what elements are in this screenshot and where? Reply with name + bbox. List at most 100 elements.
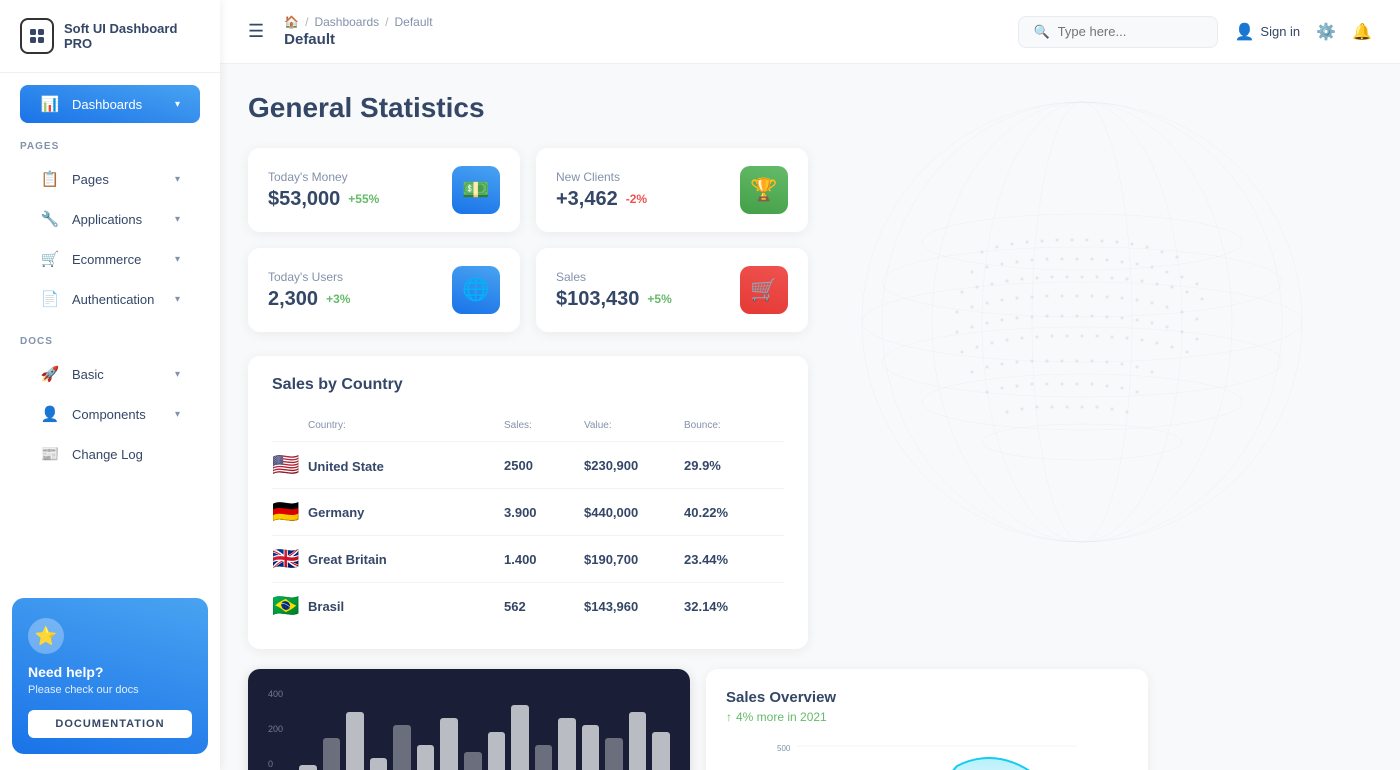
bar-12 <box>582 725 600 770</box>
country-name-de: Germany <box>308 505 504 520</box>
sales-country-title: Sales by Country <box>272 376 784 394</box>
search-icon: 🔍 <box>1033 24 1049 40</box>
settings-button[interactable]: ⚙️ <box>1316 22 1336 42</box>
sidebar-label-applications: Applications <box>72 212 142 227</box>
stat-icon-users: 🌐 <box>452 266 500 314</box>
content-wrapper: dots <box>248 92 1372 770</box>
help-star-icon: ⭐ <box>28 618 64 654</box>
stat-card-users: Today's Users 2,300 +3% 🌐 <box>248 248 520 332</box>
bar-7 <box>464 752 482 770</box>
bar-8 <box>488 732 506 770</box>
basic-arrow: ▾ <box>175 369 180 380</box>
flag-br: 🇧🇷 <box>272 593 308 619</box>
trend-up-icon: ↑ <box>726 710 732 724</box>
bar-10 <box>535 745 553 770</box>
stat-info-money: Today's Money $53,000 +55% <box>268 170 379 211</box>
stat-card-clients: New Clients +3,462 -2% 🏆 <box>536 148 808 232</box>
sales-us: 2500 <box>504 458 584 473</box>
value-de: $440,000 <box>584 505 684 520</box>
sign-in-label: Sign in <box>1260 24 1300 39</box>
country-name-br: Brasil <box>308 599 504 614</box>
svg-text:500: 500 <box>777 744 791 753</box>
sidebar-item-components[interactable]: 👤 Components ▾ <box>20 395 200 433</box>
pages-icon: 📋 <box>40 170 60 188</box>
stat-card-sales: Sales $103,430 +5% 🛒 <box>536 248 808 332</box>
basic-icon: 🚀 <box>40 365 60 383</box>
sidebar-item-dashboards[interactable]: 📊 Dashboards ▾ <box>20 85 200 123</box>
pages-arrow: ▾ <box>175 174 180 185</box>
help-box: ⭐ Need help? Please check our docs DOCUM… <box>12 598 208 754</box>
applications-icon: 🔧 <box>40 210 60 228</box>
sidebar-item-authentication[interactable]: 📄 Authentication ▾ <box>20 280 200 318</box>
country-name-gb: Great Britain <box>308 552 504 567</box>
stat-label-sales: Sales <box>556 270 672 284</box>
notifications-button[interactable]: 🔔 <box>1352 22 1372 42</box>
breadcrumb-dashboards[interactable]: Dashboards <box>314 15 379 29</box>
bar-5 <box>417 745 435 770</box>
breadcrumb-path: 🏠 / Dashboards / Default <box>284 15 432 29</box>
stat-info-clients: New Clients +3,462 -2% <box>556 170 647 211</box>
sidebar-label-basic: Basic <box>72 367 104 382</box>
stat-info-sales: Sales $103,430 +5% <box>556 270 672 311</box>
charts-row: 400 200 0 MTWTFSS <box>248 669 1148 770</box>
sidebar-item-pages[interactable]: 📋 Pages ▾ <box>20 160 200 198</box>
help-title: Need help? <box>28 664 192 680</box>
bar-11 <box>558 718 576 770</box>
bar-0 <box>299 765 317 770</box>
sales-by-country-card: Sales by Country Country: Sales: Value: … <box>248 356 808 649</box>
bar-1 <box>323 738 341 770</box>
bar-chart-y-labels: 400 200 0 <box>268 689 283 769</box>
hamburger-menu[interactable]: ☰ <box>248 21 264 42</box>
col-header-bounce: Bounce: <box>684 420 784 431</box>
sidebar-item-ecommerce[interactable]: 🛒 Ecommerce ▾ <box>20 240 200 278</box>
breadcrumb-default[interactable]: Default <box>395 15 433 29</box>
search-input[interactable] <box>1058 24 1234 39</box>
sales-de: 3.900 <box>504 505 584 520</box>
country-name-us: United State <box>308 457 504 474</box>
search-box[interactable]: 🔍 <box>1018 16 1218 48</box>
country-row-br: 🇧🇷 Brasil 562 $143,960 32.14% <box>272 583 784 629</box>
bar-15 <box>652 732 670 770</box>
sign-in-button[interactable]: 👤 Sign in <box>1234 22 1300 42</box>
bar-9 <box>511 705 529 770</box>
country-row-de: 🇩🇪 Germany 3.900 $440,000 40.22% <box>272 489 784 536</box>
sidebar-item-applications[interactable]: 🔧 Applications ▾ <box>20 200 200 238</box>
flag-gb: 🇬🇧 <box>272 546 308 572</box>
stat-label-users: Today's Users <box>268 270 350 284</box>
sidebar-item-basic[interactable]: 🚀 Basic ▾ <box>20 355 200 393</box>
sales-overview-card: Sales Overview ↑ 4% more in 2021 500 400 <box>706 669 1148 770</box>
flag-de: 🇩🇪 <box>272 499 308 525</box>
sidebar-label-changelog: Change Log <box>72 447 143 462</box>
dashboards-arrow: ▾ <box>175 99 180 110</box>
col-header-country: Country: <box>308 420 504 431</box>
documentation-button[interactable]: DOCUMENTATION <box>28 710 192 738</box>
logo-icon <box>20 18 54 54</box>
stat-icon-money: 💵 <box>452 166 500 214</box>
page-title: General Statistics <box>248 92 1372 124</box>
stat-value-money: $53,000 +55% <box>268 188 379 211</box>
sales-br: 562 <box>504 599 584 614</box>
bar-3 <box>370 758 388 770</box>
bounce-us: 29.9% <box>684 458 784 473</box>
stat-icon-clients: 🏆 <box>740 166 788 214</box>
ecommerce-icon: 🛒 <box>40 250 60 268</box>
country-row-gb: 🇬🇧 Great Britain 1.400 $190,700 23.44% <box>272 536 784 583</box>
bell-icon: 🔔 <box>1352 22 1372 42</box>
flag-us: 🇺🇸 <box>272 452 308 478</box>
home-icon: 🏠 <box>284 15 299 29</box>
components-arrow: ▾ <box>175 409 180 420</box>
navbar: ☰ 🏠 / Dashboards / Default Default 🔍 👤 S… <box>220 0 1400 64</box>
bar-chart <box>299 705 670 770</box>
bounce-de: 40.22% <box>684 505 784 520</box>
content-area: dots <box>220 64 1400 770</box>
sidebar-item-changelog[interactable]: 📰 Change Log <box>20 435 200 473</box>
sidebar-logo: Soft UI Dashboard PRO <box>0 0 220 73</box>
pages-section-label: PAGES <box>0 125 220 158</box>
ecommerce-arrow: ▾ <box>175 254 180 265</box>
stats-grid: Today's Money $53,000 +55% 💵 New Clients… <box>248 148 808 332</box>
line-chart: 500 400 <box>726 736 1128 770</box>
bar-4 <box>393 725 411 770</box>
help-subtitle: Please check our docs <box>28 684 192 696</box>
docs-section-label: DOCS <box>0 320 220 353</box>
stat-change-sales: +5% <box>647 292 671 306</box>
